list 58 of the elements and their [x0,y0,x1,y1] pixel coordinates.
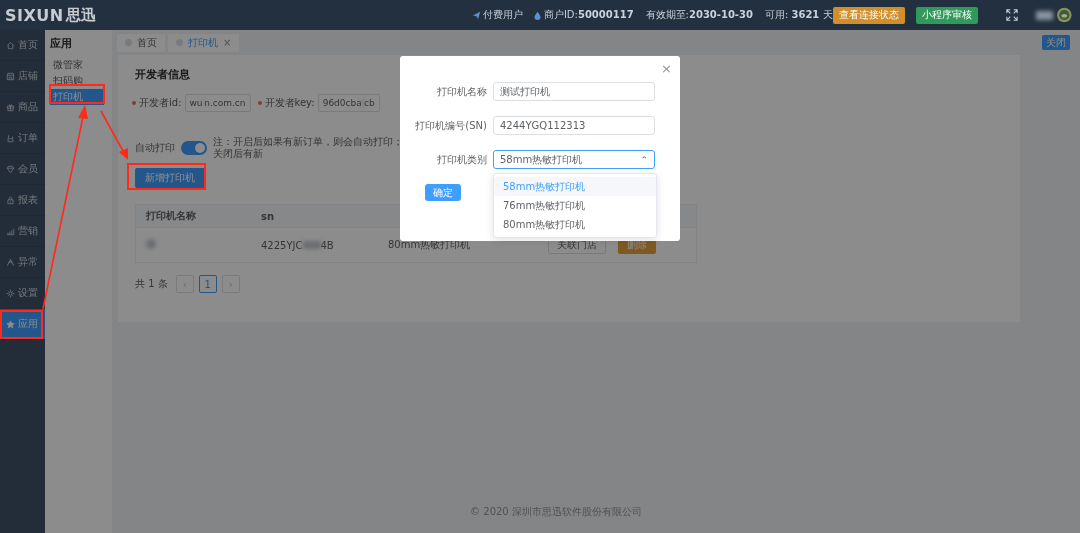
total-count: 共 1 条 [135,277,168,291]
header-button[interactable]: 查看连接状态 [832,6,905,24]
toggle-switch[interactable] [181,141,207,155]
blurred-text [146,239,156,249]
section-title: 开发者信息 [135,67,190,82]
drop-icon [532,10,542,20]
input-field[interactable]: 测试打印机 [493,82,655,101]
header-button[interactable]: 小程序审核 [915,6,978,24]
dropdown-option[interactable]: 80mm热敏打印机 [494,215,656,234]
column-header: sn [261,210,276,222]
menu-icon [6,164,15,174]
expiry-date: 有效期至:2030-10-30 [645,8,753,22]
dropdown-option[interactable]: 58mm热敏打印机 [494,177,656,196]
user-type: 付费用户 [482,8,523,22]
required-mark-icon [257,101,262,105]
form-label: 打印机类别 [436,152,487,167]
confirm-button[interactable]: 确定 [425,184,461,201]
field-label: 开发者key: [264,96,315,110]
menu-icon [6,319,15,329]
close-button[interactable]: 关闭 [1042,35,1070,50]
annotation-arrow [100,110,128,160]
page-tab[interactable]: 打印机 × [168,33,240,52]
paper-plane-icon [471,10,481,20]
menu-icon [6,71,15,81]
submenu-item[interactable]: 微管家 [50,57,104,73]
menu-icon [6,133,15,143]
avatar[interactable] [1057,6,1072,24]
menu-icon [6,288,15,298]
menu-icon [6,195,15,205]
note-text: 注：开启后如果有新订单，则会自动打印；关闭后有新 [213,136,403,160]
merchant-id: 商户ID:50000117 [543,8,634,22]
fullscreen-icon[interactable] [1005,9,1018,21]
remaining-days: 可用: 3621 天 [764,8,833,22]
input-field[interactable]: wu n.com.cn [184,94,251,112]
page-tab[interactable]: 首页 [117,33,165,52]
menu-icon [6,226,15,236]
logo-text: SIXUN [5,5,64,25]
required-mark-icon [132,101,136,105]
logo-text: 思迅 [65,5,96,25]
blurred-text [1035,10,1054,20]
menu-icon [6,102,15,112]
highlight-box [0,310,43,339]
add-printer-button[interactable]: 新增打印机 [135,168,205,188]
menu-icon [6,257,15,267]
highlight-box [49,84,105,104]
select-field[interactable]: 58mm热敏打印机 ⌃ [493,150,655,169]
page-button[interactable]: 1 [198,275,217,293]
submenu-title: 应用 [50,36,73,51]
menu-icon [6,40,15,50]
toggle-label: 自动打印 [135,141,175,155]
form-label: 打印机名称 [436,84,487,99]
column-header: 打印机名称 [145,209,197,223]
field-label: 开发者id: [139,96,182,110]
dropdown-option[interactable]: 76mm热敏打印机 [494,196,656,215]
form-label: 打印机编号(SN) [414,118,487,133]
input-field[interactable]: 96d0cba cb [317,94,380,112]
table-cell-text: 4225YJC 4B [261,239,335,251]
input-field[interactable]: 4244YGQ112313 [493,116,655,135]
